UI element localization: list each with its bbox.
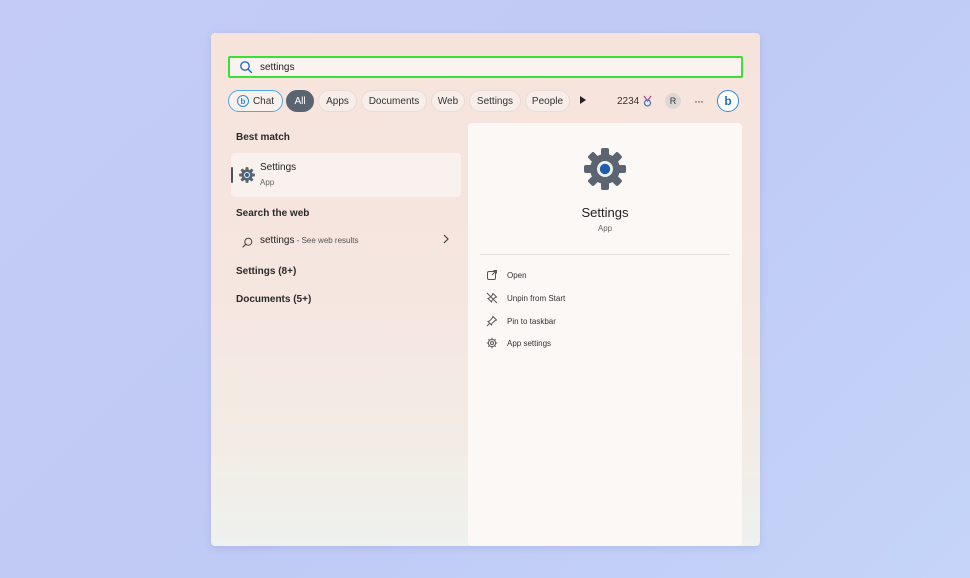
chat-label: Chat [252,95,275,107]
documents-group-link[interactable]: Documents (5+) [236,294,311,305]
rewards-icon [642,95,653,107]
unpin-start-action[interactable]: Unpin from Start [486,291,565,305]
more-filters-button[interactable] [579,90,587,112]
filter-people[interactable]: People [525,90,570,112]
rewards-points-value: 2234 [617,95,640,107]
filter-web[interactable]: Web [431,90,465,112]
filter-settings[interactable]: Settings [469,90,521,112]
details-app-type: App [597,224,613,233]
filter-all[interactable]: All [286,90,314,112]
settings-app-icon [238,166,256,189]
bing-icon: b [724,94,732,108]
app-settings-action[interactable]: App settings [486,336,551,350]
gear-icon [486,337,498,349]
best-match-app-type: App [260,178,275,187]
filter-documents[interactable]: Documents [361,90,427,112]
unpin-start-label: Unpin from Start [507,293,566,303]
user-avatar[interactable]: R [665,93,681,109]
ellipsis-icon: ··· [694,94,704,108]
avatar-initial: R [669,96,677,106]
open-external-icon [486,269,498,281]
selection-indicator [231,167,233,183]
chevron-right-icon [443,234,449,247]
filter-all-label: All [294,95,306,107]
best-match-app-name: Settings [260,162,297,173]
search-box[interactable]: settings [228,56,743,78]
best-match-result[interactable]: Settings App [231,153,461,197]
settings-group-link[interactable]: Settings (8+) [236,266,296,277]
web-search-suffix: - See web results [294,236,359,245]
filter-apps[interactable]: Apps [318,90,357,112]
play-arrow-icon [579,95,587,108]
filter-bar: b Chat All Apps Documents Web Settings P… [228,90,743,114]
web-search-query: settings [260,235,295,246]
details-pane: Settings App Open Unpin from Start Pin t… [468,123,742,546]
start-search-panel: settings b Chat All Apps Documents Web S… [211,33,760,546]
pin-icon [486,315,498,327]
web-search-icon [242,235,253,253]
best-match-heading: Best match [236,132,290,143]
bing-chat-icon: b [236,95,249,107]
rewards-points[interactable]: 2234 [617,90,653,112]
web-search-result[interactable]: settings - See web results [231,231,461,251]
bing-button[interactable]: b [717,90,739,112]
filter-people-label: People [531,95,564,107]
unpin-icon [486,292,498,304]
pin-taskbar-label: Pin to taskbar [507,316,556,326]
pin-taskbar-action[interactable]: Pin to taskbar [486,314,556,328]
filter-apps-label: Apps [326,95,349,107]
details-app-name: Settings [581,205,629,220]
open-action-label: Open [507,270,527,280]
filter-web-label: Web [437,95,459,107]
more-options-button[interactable]: ··· [694,90,704,112]
filter-settings-label: Settings [476,95,514,107]
search-input[interactable]: settings [260,62,294,73]
search-icon [239,60,253,74]
details-divider [480,254,730,255]
search-web-heading: Search the web [236,208,310,219]
filter-documents-label: Documents [368,95,420,107]
chat-button[interactable]: b Chat [228,90,283,112]
settings-large-icon [581,145,629,198]
app-settings-label: App settings [507,338,552,348]
open-action[interactable]: Open [486,268,527,282]
